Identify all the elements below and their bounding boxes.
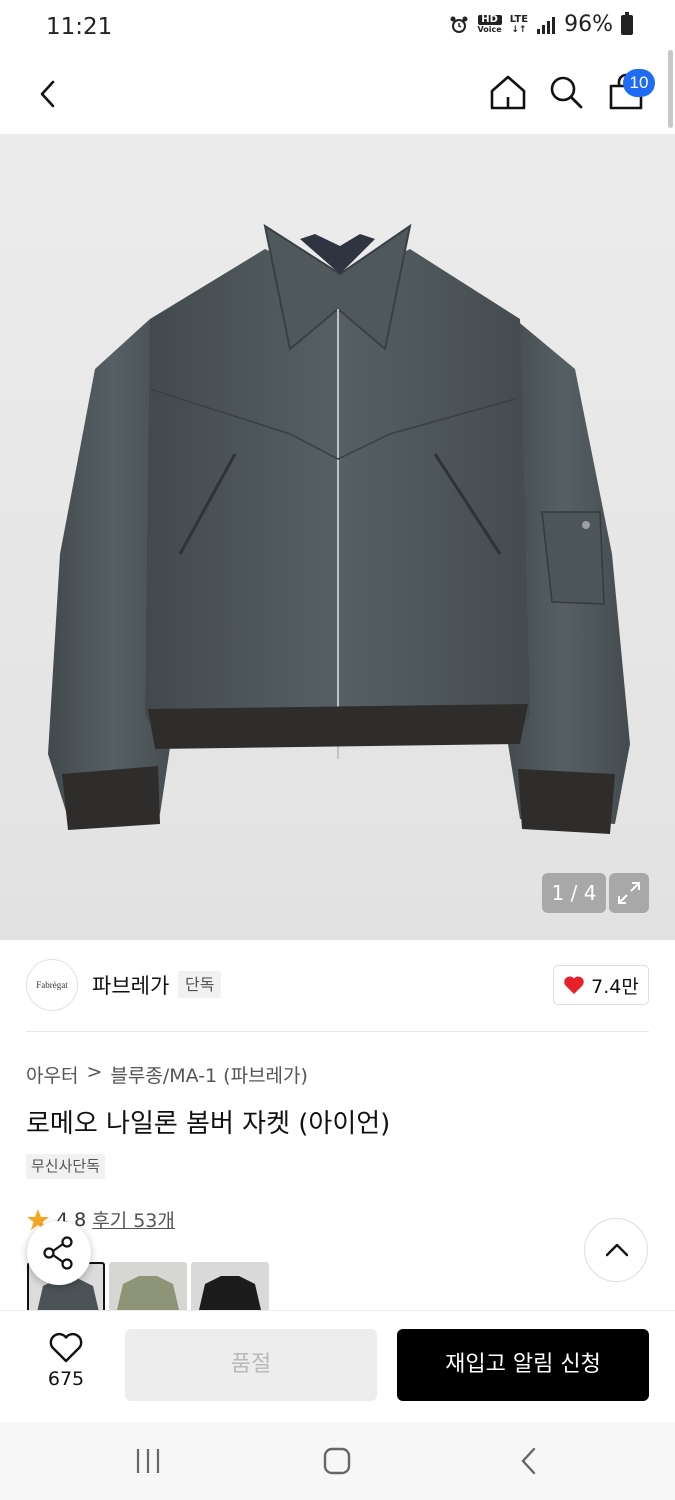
cart-count-badge: 10: [623, 69, 655, 97]
hd-label: HD: [477, 14, 502, 25]
soldout-button[interactable]: 품절: [125, 1329, 377, 1401]
restock-alert-button[interactable]: 재입고 알림 신청: [397, 1329, 649, 1401]
status-bar: 11:21 HD Voice LTE ↓↑ 96%: [0, 0, 675, 58]
color-thumb-black[interactable]: [191, 1262, 269, 1310]
home-icon: [490, 75, 526, 110]
search-icon: [550, 76, 583, 109]
breadcrumb-separator: >: [86, 1061, 103, 1083]
exclusive-badge: 무신사단독: [26, 1154, 106, 1179]
alarm-icon: [450, 16, 468, 33]
brand-name[interactable]: 파브레가: [92, 970, 169, 1000]
top-header: [0, 58, 675, 134]
thumb-image: [199, 1276, 261, 1310]
chevron-up-icon: [605, 1243, 629, 1257]
hd-voice-indicator: HD Voice: [477, 14, 502, 35]
breadcrumb: 아우터 > 블루종/MA-1 (파브레가): [26, 1061, 308, 1088]
recent-apps-icon[interactable]: [132, 1446, 164, 1476]
image-counter: 1 / 4: [542, 873, 606, 913]
search-button[interactable]: [544, 70, 588, 114]
wishlist-count: 675: [47, 1368, 85, 1390]
breadcrumb-subcategory[interactable]: 블루종/MA-1 (파브레가): [110, 1061, 308, 1088]
home-button[interactable]: [486, 70, 530, 114]
expand-icon: [618, 882, 640, 904]
scroll-top-button[interactable]: [584, 1218, 648, 1282]
review-link[interactable]: 후기 53개: [92, 1206, 175, 1233]
status-icons: HD Voice LTE ↓↑ 96%: [448, 11, 633, 37]
expand-image-button[interactable]: [609, 873, 649, 913]
product-title: 로메오 나일론 봄버 자켓 (아이언): [26, 1109, 391, 1139]
heart-outline-icon: [49, 1332, 83, 1363]
brand-like-button[interactable]: 7.4만: [553, 965, 649, 1005]
share-button[interactable]: [27, 1221, 91, 1285]
back-nav-icon[interactable]: [514, 1446, 544, 1476]
section-divider: [26, 1031, 649, 1032]
status-time: 11:21: [46, 14, 113, 40]
brand-like-count: 7.4만: [591, 975, 639, 998]
thumb-image: [117, 1276, 179, 1310]
lte-label: LTE: [509, 13, 529, 25]
home-nav-icon[interactable]: [322, 1446, 352, 1476]
brand-logo[interactable]: Fabrègat: [26, 959, 78, 1011]
signal-icon: [537, 16, 556, 34]
product-image-gallery[interactable]: [0, 134, 675, 940]
lte-indicator: LTE ↓↑: [509, 13, 529, 35]
color-thumb-khaki[interactable]: [109, 1262, 187, 1310]
share-icon: [43, 1236, 73, 1270]
breadcrumb-category[interactable]: 아우터: [26, 1061, 78, 1088]
jacket-image: [48, 223, 630, 834]
scrollbar[interactable]: [668, 50, 673, 128]
chevron-left-icon: [40, 80, 55, 108]
back-button[interactable]: [30, 72, 74, 116]
battery-icon: [621, 11, 633, 35]
brand-exclusive-tag: 단독: [178, 971, 222, 998]
battery-percent: 96%: [564, 12, 613, 37]
wishlist-button[interactable]: 675: [30, 1328, 102, 1398]
voice-label: Voice: [477, 24, 502, 34]
data-arrows-icon: ↓↑: [511, 24, 527, 35]
heart-filled-icon: [564, 976, 584, 994]
system-nav-bar: [0, 1422, 675, 1500]
